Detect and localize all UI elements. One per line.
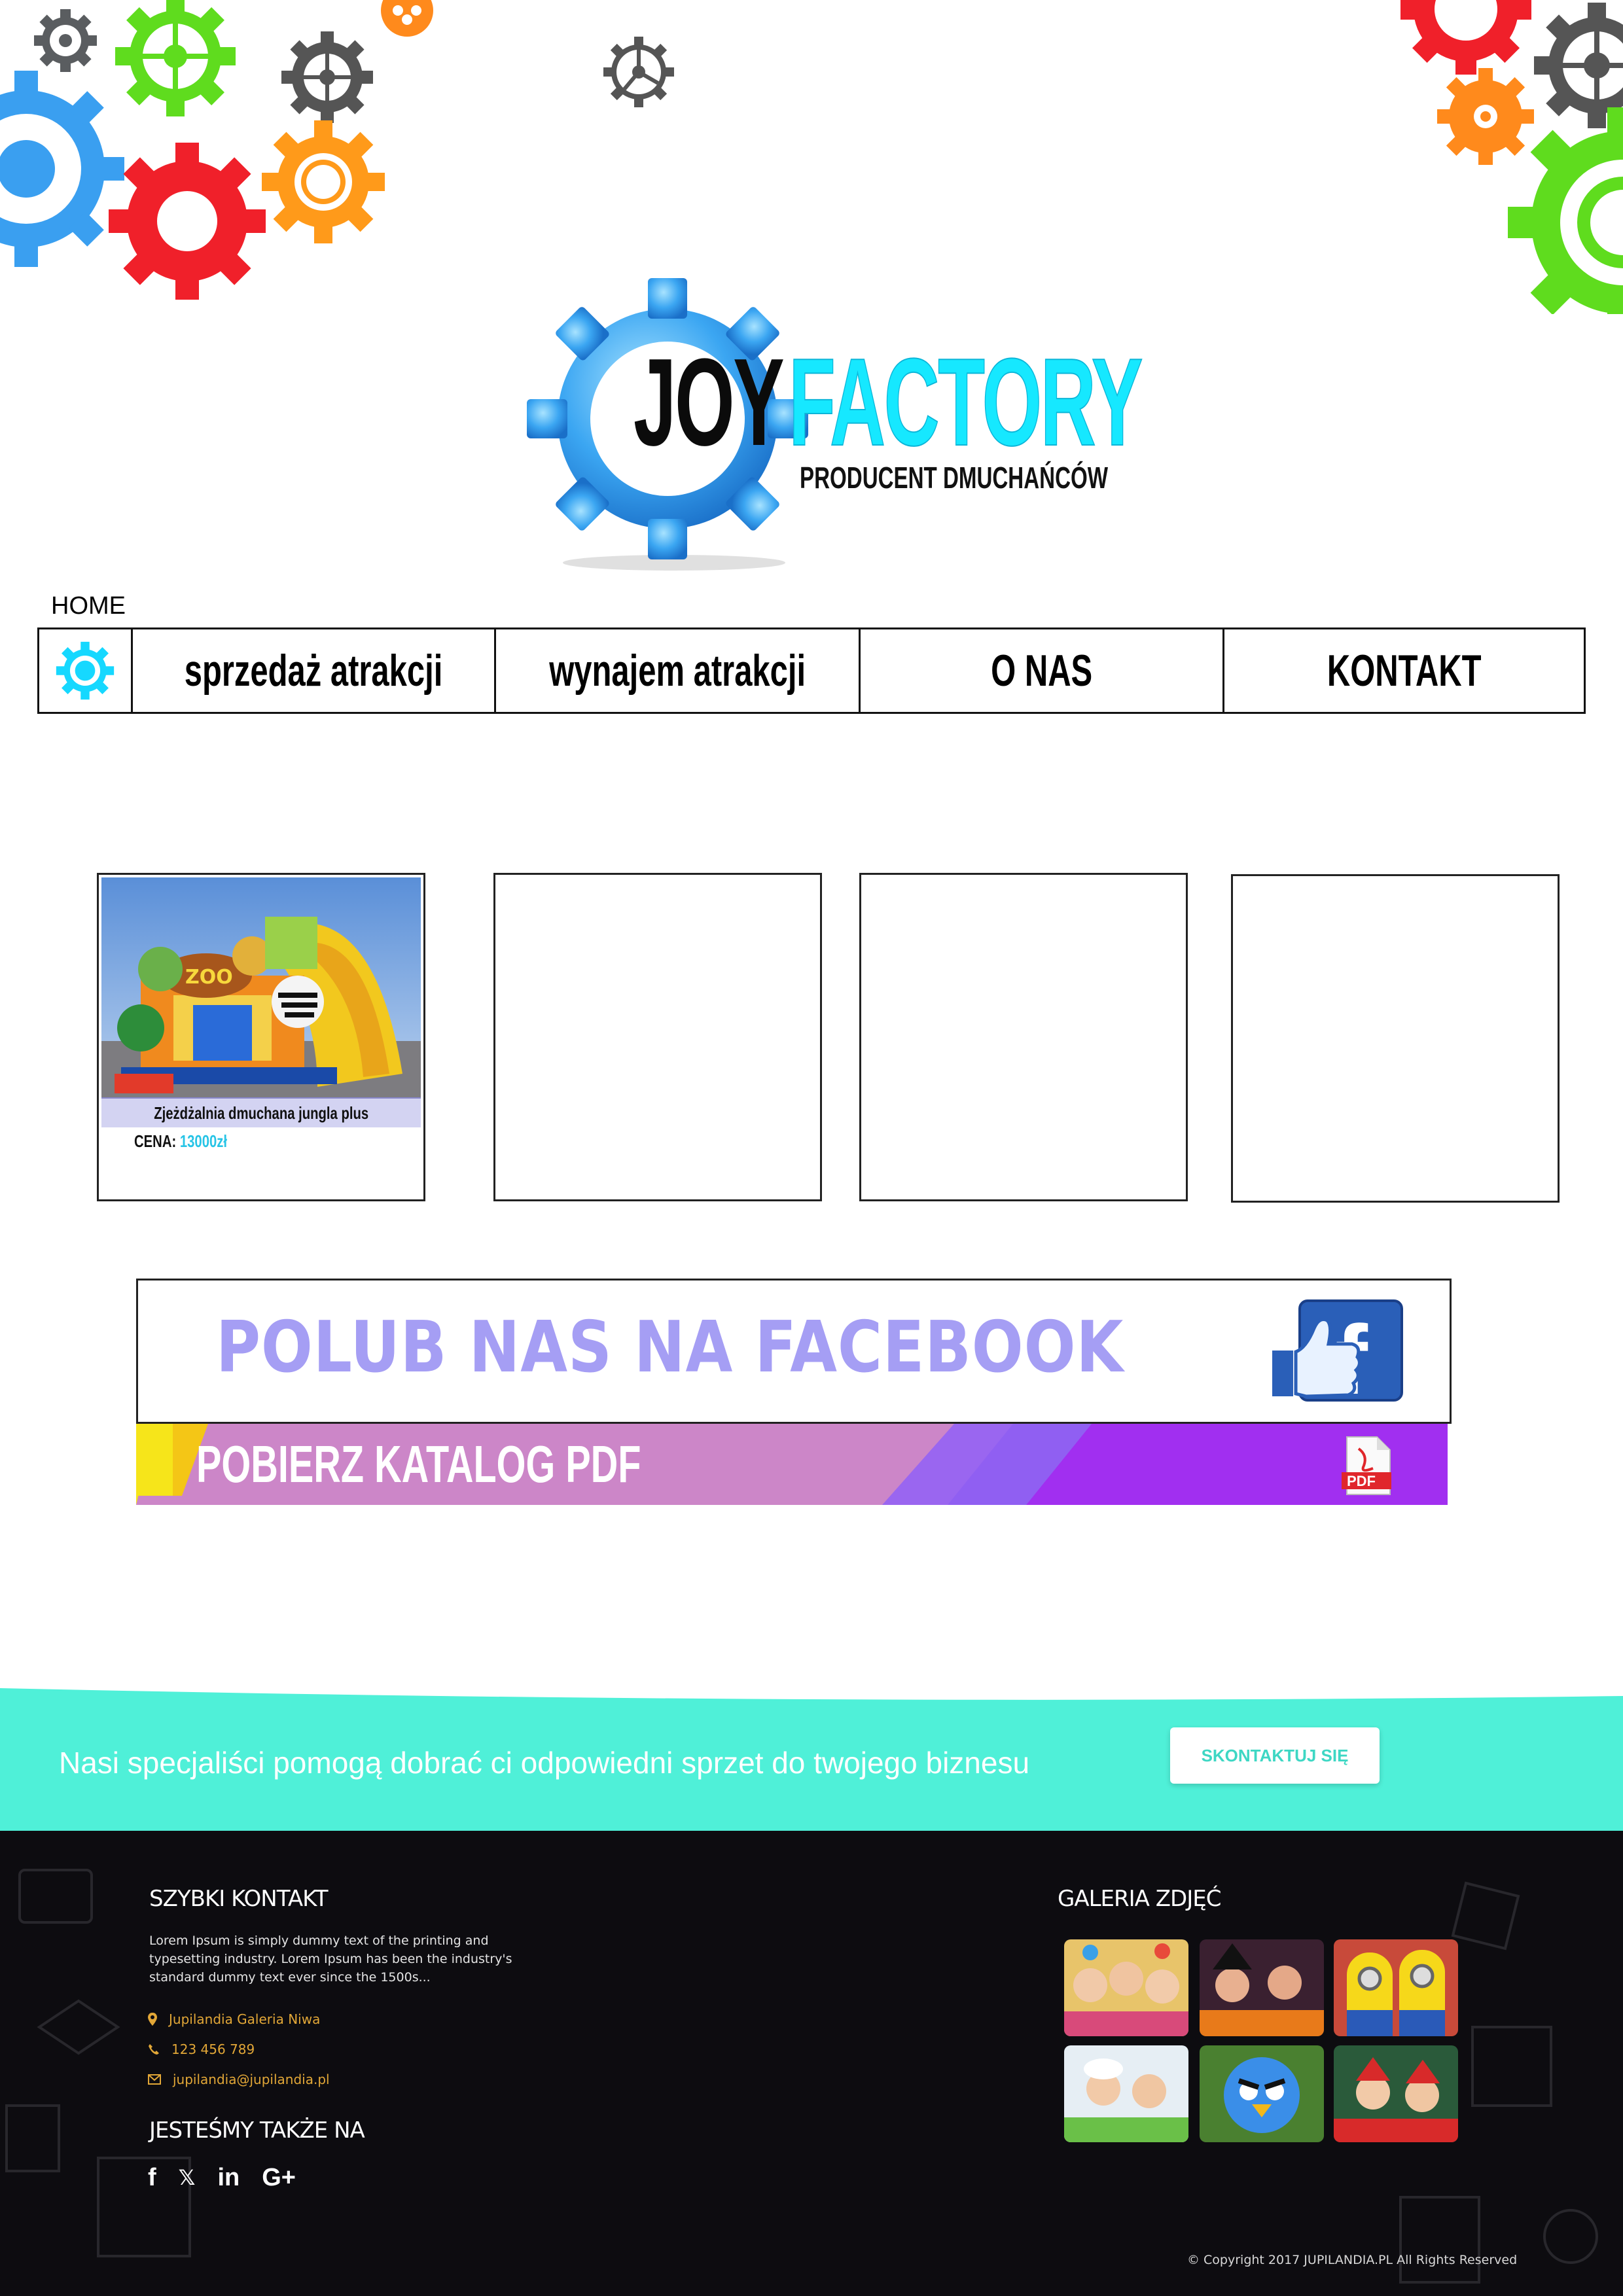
product-card-empty[interactable]: [859, 873, 1188, 1201]
product-card-empty[interactable]: [1231, 874, 1560, 1203]
gear-icon: [56, 641, 115, 700]
nav-item-label: wynajem atrakcji: [549, 646, 806, 696]
gallery-title: GALERIA ZDJĘĆ: [1058, 1886, 1221, 1912]
facebook-icon[interactable]: f: [148, 2163, 156, 2192]
angry-bird-pinata-photo: [1200, 2045, 1324, 2142]
address-text: Jupilandia Galeria Niwa: [169, 2011, 321, 2027]
product-name[interactable]: Zjeżdżalnia dmuchana jungla plus: [101, 1097, 421, 1127]
price-value: 13000zł: [179, 1131, 228, 1151]
phone-row: 123 456 789: [148, 2040, 255, 2058]
nav-item-label: O NAS: [990, 646, 1093, 696]
phone-text[interactable]: 123 456 789: [171, 2040, 255, 2058]
facebook-like-icon[interactable]: f: [1267, 1298, 1411, 1404]
quick-contact-title: SZYBKI KONTAKT: [149, 1886, 329, 1912]
nav-item-o-nas[interactable]: O NAS: [859, 629, 1222, 712]
email-text[interactable]: jupilandia@jupilandia.pl: [173, 2070, 330, 2089]
nav-item-sprzedaz[interactable]: sprzedaż atrakcji: [131, 629, 494, 712]
nav-item-label: sprzedaż atrakcji: [184, 646, 443, 696]
nav-item-label: KONTAKT: [1327, 646, 1482, 696]
product-card-empty[interactable]: [493, 873, 822, 1201]
pdf-catalog-text[interactable]: POBIERZ KATALOG PDF: [196, 1426, 641, 1502]
logo-word-factory: FACTORY: [788, 333, 1143, 472]
inflatable-slide-image: ZOO: [101, 877, 421, 1097]
gallery-thumb[interactable]: [1064, 2045, 1188, 2142]
nav-home-gear-button[interactable]: [39, 629, 131, 712]
halloween-party-photo: [1200, 1939, 1324, 2036]
gallery-thumb[interactable]: [1334, 2045, 1458, 2142]
christmas-kids-photo: [1334, 2045, 1458, 2142]
address-row: Jupilandia Galeria Niwa: [148, 2010, 320, 2028]
gallery-thumb[interactable]: [1200, 2045, 1324, 2142]
linkedin-icon[interactable]: in: [217, 2163, 240, 2192]
product-price: CENA: 13000zł: [134, 1130, 227, 1152]
product-image[interactable]: ZOO: [101, 877, 421, 1097]
contact-us-button[interactable]: SKONTAKTUJ SIĘ: [1170, 1727, 1380, 1784]
product-name-text: Zjeżdżalnia dmuchana jungla plus: [154, 1103, 368, 1123]
twitter-icon[interactable]: 𝕏: [179, 2163, 196, 2192]
main-nav: sprzedaż atrakcji wynajem atrakcji O NAS…: [37, 627, 1586, 714]
party-kids-photo: [1064, 1939, 1188, 2036]
decorative-gear-center: [603, 37, 674, 107]
svg-text:ZOO: ZOO: [185, 966, 233, 989]
social-links: f 𝕏 in G+: [148, 2163, 296, 2192]
logo-tagline: PRODUCENT DMUCHAŃCÓW: [800, 461, 1109, 495]
map-pin-icon: [148, 2013, 157, 2026]
gallery-thumb[interactable]: [1200, 1939, 1324, 2036]
nav-item-wynajem[interactable]: wynajem atrakcji: [494, 629, 859, 712]
breadcrumb-home[interactable]: HOME: [51, 592, 126, 620]
facebook-banner-text[interactable]: POLUB NAS NA FACEBOOK: [216, 1302, 1124, 1394]
email-row: jupilandia@jupilandia.pl: [148, 2070, 330, 2089]
decorative-gears-left: [0, 0, 433, 300]
quick-contact-text: Lorem Ipsum is simply dummy text of the …: [149, 1934, 512, 1985]
nav-item-kontakt[interactable]: KONTAKT: [1222, 629, 1584, 712]
product-card[interactable]: ZOO Zjeżdżalnia dmuchana jungla plus CEN…: [97, 873, 425, 1201]
google-plus-icon[interactable]: G+: [262, 2163, 296, 2192]
price-label: CENA:: [134, 1131, 177, 1151]
gallery-thumb[interactable]: [1334, 1939, 1458, 2036]
minions-photo: [1334, 1939, 1458, 2036]
cta-text: Nasi specjaliści pomogą dobrać ci odpowi…: [59, 1746, 1030, 1780]
copyright-text: © Copyright 2017 JUPILANDIA.PL All Right…: [1187, 2253, 1518, 2267]
decorative-gears-right: [1400, 0, 1623, 314]
envelope-icon: [148, 2074, 161, 2085]
gallery-thumb[interactable]: [1064, 1939, 1188, 2036]
phone-icon: [149, 2044, 159, 2055]
pdf-icon-label: PDF: [1347, 1473, 1376, 1489]
kids-cooking-photo: [1064, 2045, 1188, 2142]
logo-word-joy: JOY: [633, 333, 785, 472]
social-title: JESTEŚMY TAKŻE NA: [149, 2117, 365, 2144]
